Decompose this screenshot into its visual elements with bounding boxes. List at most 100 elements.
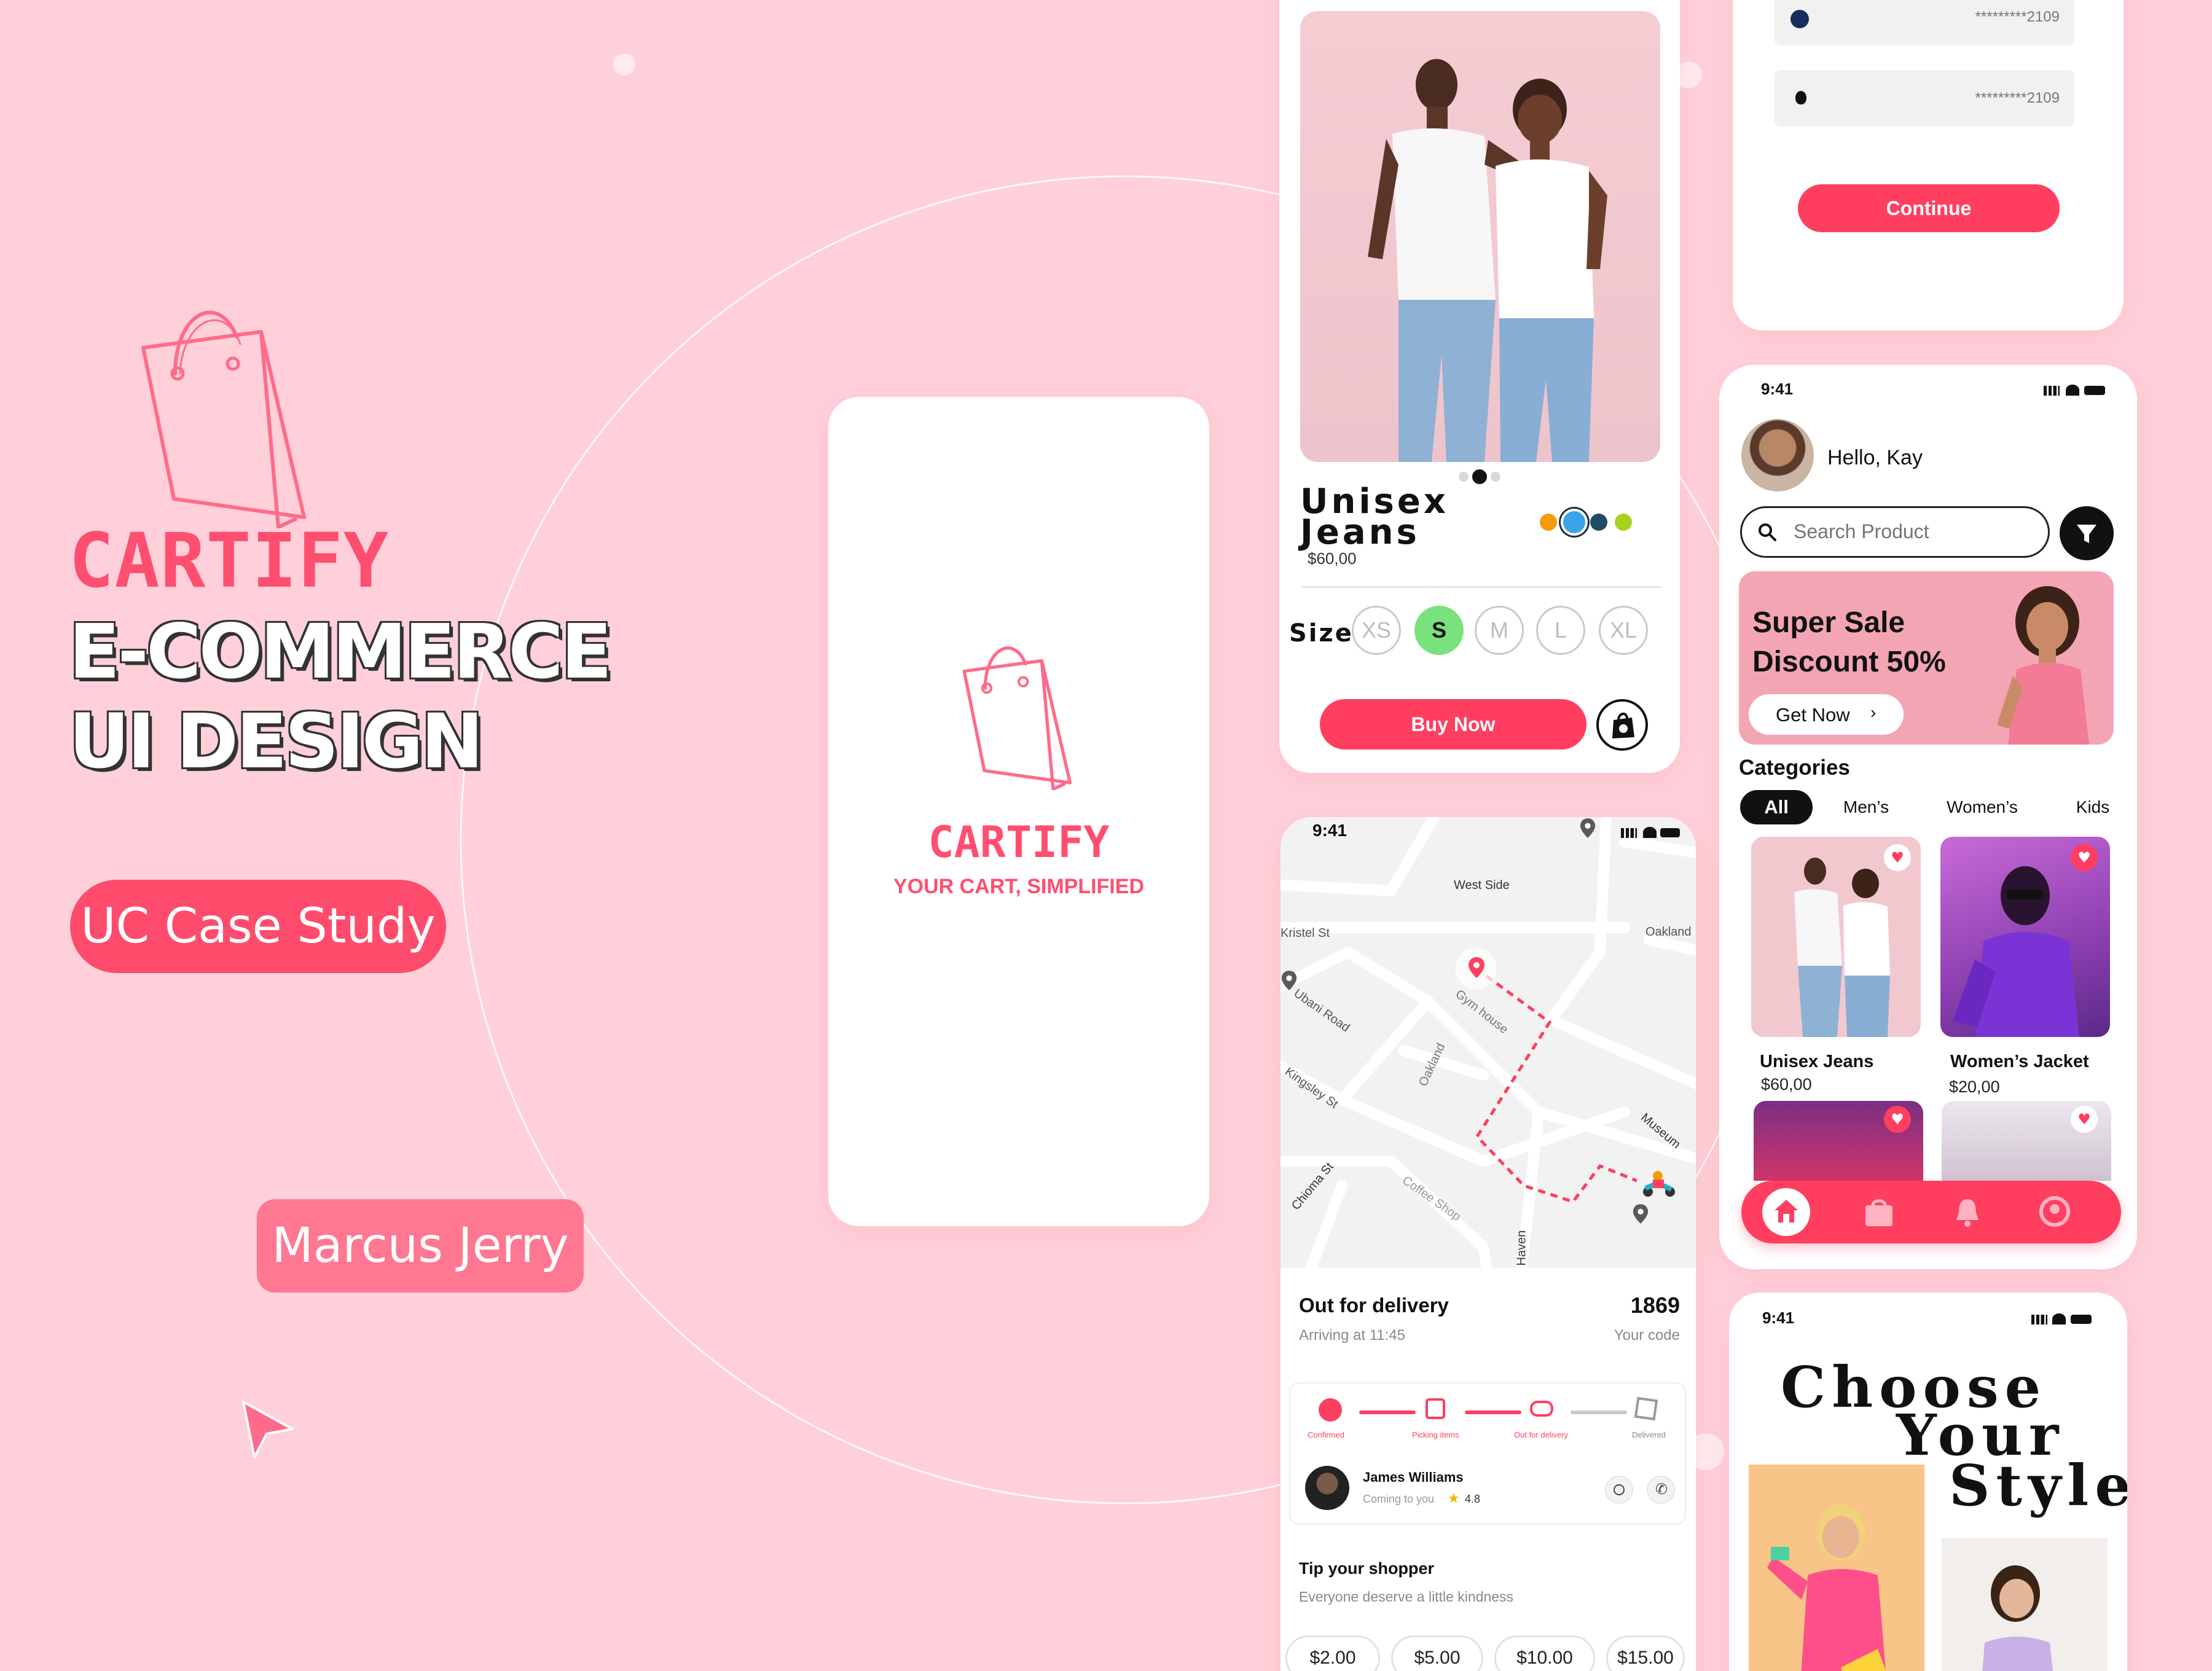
confirmed-icon bbox=[1319, 1398, 1342, 1422]
status-bar-time: 9:41 bbox=[1761, 380, 1794, 398]
driver-avatar bbox=[1305, 1466, 1349, 1510]
card-2-number: *********2109 bbox=[1975, 90, 2060, 106]
buy-now-button[interactable]: Buy Now bbox=[1320, 699, 1586, 749]
nav-home-button[interactable] bbox=[1762, 1188, 1810, 1236]
categories-title: Categories bbox=[1739, 756, 1850, 780]
size-option-xl[interactable]: XL bbox=[1599, 606, 1648, 655]
signal-icon bbox=[2044, 386, 2060, 396]
promo-banner[interactable]: Super Sale Discount 50% Get Now › bbox=[1739, 571, 2114, 745]
filter-icon bbox=[2077, 525, 2096, 543]
tip-title: Tip your shopper bbox=[1299, 1559, 1435, 1578]
author-pill: Marcus Jerry bbox=[257, 1199, 584, 1293]
category-tab-mens[interactable]: Men’s bbox=[1827, 790, 1905, 824]
shopping-bag-icon bbox=[1612, 713, 1634, 738]
order-tracking-screen: West Side Kristel St Oakland Ubani Road … bbox=[1281, 817, 1696, 1671]
hero-brand: CARTIFY bbox=[69, 517, 390, 605]
call-button[interactable]: ✆ bbox=[1647, 1476, 1675, 1504]
location-pin-icon bbox=[1281, 971, 1297, 990]
favorite-button-active[interactable]: ♥ bbox=[1884, 1106, 1911, 1133]
product-photo bbox=[1300, 11, 1660, 462]
user-avatar[interactable] bbox=[1741, 419, 1814, 491]
location-pin-icon bbox=[1580, 818, 1596, 838]
product-name: Unisex Jeans bbox=[1760, 1052, 1874, 1071]
size-option-l[interactable]: L bbox=[1536, 606, 1585, 655]
tip-option-5[interactable]: $5.00 bbox=[1391, 1635, 1483, 1671]
get-now-button[interactable]: Get Now › bbox=[1749, 694, 1904, 735]
color-swatch-blue-selected[interactable] bbox=[1563, 511, 1585, 533]
map-label-kristel: Kristel St bbox=[1281, 926, 1330, 940]
banner-line1: Super Sale bbox=[1752, 606, 1905, 639]
search-input[interactable] bbox=[1794, 518, 2033, 545]
saved-card-1[interactable]: *********2109 bbox=[1775, 0, 2074, 45]
headline-line3: Style bbox=[1949, 1452, 2127, 1519]
progress-segment-3 bbox=[1571, 1411, 1627, 1414]
delivery-status-title: Out for delivery bbox=[1299, 1294, 1449, 1317]
bag-nav-icon[interactable] bbox=[1863, 1198, 1895, 1227]
step-picking: Picking items bbox=[1412, 1430, 1459, 1439]
tip-option-15[interactable]: $15.00 bbox=[1606, 1635, 1685, 1671]
hero-title-line2: UI DESIGN bbox=[69, 698, 484, 785]
tip-option-10[interactable]: $10.00 bbox=[1494, 1635, 1595, 1671]
model-pink-suit-illustration bbox=[1767, 1504, 1886, 1671]
product-title-line2: Jeans bbox=[1300, 512, 1420, 552]
get-now-label: Get Now bbox=[1776, 704, 1850, 726]
store-pin-icon bbox=[1469, 957, 1484, 978]
basket-icon bbox=[1426, 1398, 1445, 1419]
status-bar-icons bbox=[2031, 1312, 2099, 1325]
chat-button[interactable] bbox=[1605, 1476, 1633, 1504]
onboarding-style-screen: 9:41 Choose Your Style bbox=[1729, 1293, 2127, 1671]
driver-status: Coming to you bbox=[1363, 1493, 1435, 1505]
carousel-dot[interactable] bbox=[1459, 472, 1469, 482]
filter-button[interactable] bbox=[2060, 506, 2114, 560]
style-photo-1 bbox=[1749, 1465, 1924, 1671]
wifi-icon bbox=[2052, 1313, 2066, 1325]
home-icon bbox=[1775, 1200, 1798, 1223]
size-option-m[interactable]: M bbox=[1475, 606, 1524, 655]
tip-option-2[interactable]: $2.00 bbox=[1285, 1635, 1380, 1671]
search-icon bbox=[1759, 523, 1776, 541]
delivery-map[interactable]: West Side Kristel St Oakland Ubani Road … bbox=[1281, 817, 1696, 1268]
search-field[interactable] bbox=[1740, 506, 2050, 558]
carousel-dot-active[interactable] bbox=[1472, 469, 1487, 484]
size-option-s[interactable]: S bbox=[1414, 606, 1464, 655]
apple-icon bbox=[1795, 91, 1806, 104]
battery-icon bbox=[2071, 1315, 2092, 1324]
battery-icon bbox=[1660, 828, 1680, 837]
size-label: Size bbox=[1289, 619, 1354, 648]
continue-button[interactable]: Continue bbox=[1798, 184, 2060, 232]
splash-screen: CARTIFY YOUR CART, SIMPLIFIED bbox=[828, 397, 1209, 1226]
status-bar-icons bbox=[2044, 383, 2111, 396]
cursor-arrow-icon bbox=[242, 1401, 294, 1458]
chat-icon bbox=[1614, 1484, 1625, 1495]
profile-icon[interactable] bbox=[2039, 1196, 2071, 1229]
status-bar-icons bbox=[1606, 826, 1680, 838]
splash-brand: CARTIFY bbox=[928, 817, 1110, 867]
splash-tagline: YOUR CART, SIMPLIFIED bbox=[893, 875, 1145, 898]
location-pin-icon bbox=[1633, 1204, 1649, 1224]
phone-icon: ✆ bbox=[1655, 1481, 1668, 1498]
map-label-west-side: West Side bbox=[1454, 879, 1510, 892]
banner-line2: Discount 50% bbox=[1752, 646, 1946, 678]
two-models-illustration bbox=[1368, 59, 1607, 462]
saved-card-2[interactable]: *********2109 bbox=[1775, 70, 2074, 127]
color-swatch-orange[interactable] bbox=[1540, 514, 1557, 531]
add-to-bag-button[interactable] bbox=[1596, 699, 1648, 751]
bell-icon[interactable] bbox=[1954, 1197, 1981, 1227]
category-tab-all[interactable]: All bbox=[1740, 790, 1813, 824]
category-tab-kids[interactable]: Kids bbox=[2061, 790, 2125, 824]
favorite-button-active[interactable]: ♥ bbox=[2071, 844, 2098, 871]
color-swatch-navy[interactable] bbox=[1590, 514, 1607, 531]
progress-segment-1 bbox=[1359, 1411, 1416, 1414]
color-swatch-lime[interactable] bbox=[1615, 514, 1632, 531]
wifi-icon bbox=[2066, 385, 2079, 396]
favorite-button[interactable]: ♥ bbox=[2071, 1106, 2098, 1133]
arrival-time: Arriving at 11:45 bbox=[1299, 1327, 1405, 1344]
product-price: $60,00 bbox=[1761, 1075, 1812, 1094]
card-1-number: *********2109 bbox=[1975, 9, 2060, 25]
carousel-dot[interactable] bbox=[1491, 472, 1500, 482]
size-option-xs[interactable]: XS bbox=[1352, 606, 1401, 655]
category-tab-womens[interactable]: Women’s bbox=[1929, 790, 2035, 824]
product-price: $60,00 bbox=[1308, 549, 1357, 568]
favorite-button[interactable]: ♥ bbox=[1884, 844, 1911, 871]
delivery-scooter-icon bbox=[1643, 1171, 1675, 1197]
